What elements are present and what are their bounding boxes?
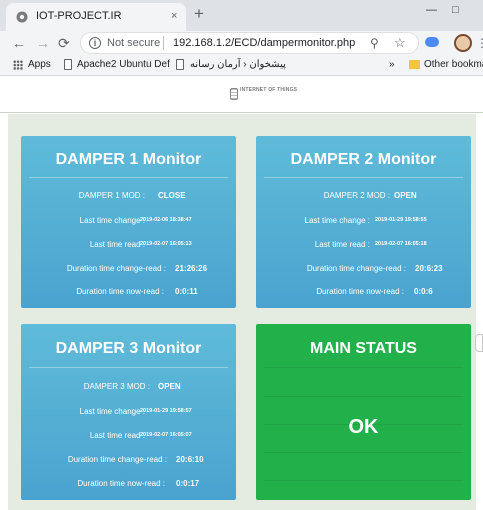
change-read-label: Duration time change-read : bbox=[66, 264, 166, 273]
card-divider bbox=[29, 367, 228, 368]
folder-icon bbox=[409, 60, 420, 69]
profile-avatar[interactable] bbox=[454, 34, 472, 52]
damper-3-card: DAMPER 3 Monitor DAMPER 3 MOD : OPEN Las… bbox=[21, 324, 236, 500]
apps-icon[interactable] bbox=[13, 60, 23, 70]
now-read-label: Duration time now-read : bbox=[316, 287, 404, 296]
menu-icon[interactable]: ⋮ bbox=[476, 36, 483, 50]
damper-2-card: DAMPER 2 Monitor DAMPER 2 MOD : OPEN Las… bbox=[256, 136, 471, 308]
main-status-value: OK bbox=[348, 416, 379, 438]
zoom-icon[interactable]: ⚲ bbox=[370, 36, 379, 50]
bookmark-arman[interactable]: پیشخوان ‹ آرمان رسانه bbox=[190, 59, 286, 70]
now-read-label: Duration time now-read : bbox=[77, 479, 165, 488]
last-read-value: 2019-02-07 16:05:13 bbox=[140, 241, 192, 247]
last-read-label: Last time read : bbox=[89, 431, 145, 440]
card-title: DAMPER 2 Monitor bbox=[290, 151, 437, 168]
now-read-value: 0:0:6 bbox=[414, 287, 433, 296]
bookmarks-bar: Apps Apache2 Ubuntu Def پیشخوان ‹ آرمان … bbox=[0, 55, 483, 76]
card-divider bbox=[264, 367, 463, 368]
now-read-value: 0:0:11 bbox=[175, 287, 198, 296]
change-read-label: Duration time change-read : bbox=[306, 264, 406, 273]
last-change-label: Last time change : bbox=[304, 216, 370, 225]
change-read-value: 21:26:26 bbox=[175, 264, 208, 273]
address-divider bbox=[163, 36, 164, 50]
close-tab-icon[interactable]: × bbox=[171, 10, 177, 22]
card-divider bbox=[264, 396, 463, 397]
browser-tab[interactable]: IOT-PROJECT.IR × bbox=[6, 3, 186, 31]
tab-strip: IOT-PROJECT.IR × + — □ bbox=[0, 0, 483, 31]
card-divider bbox=[264, 177, 463, 178]
security-label[interactable]: Not secure bbox=[107, 37, 160, 49]
info-icon[interactable]: i bbox=[89, 37, 101, 49]
browser-toolbar: ← → ⟳ i Not secure 192.168.1.2/ECD/dampe… bbox=[0, 31, 483, 55]
header-divider bbox=[0, 112, 483, 113]
cloud-extension-icon[interactable] bbox=[425, 37, 439, 47]
url-text[interactable]: 192.168.1.2/ECD/dampermonitor.php bbox=[173, 37, 355, 49]
card-divider bbox=[264, 480, 463, 481]
page-icon bbox=[176, 59, 184, 70]
bookmark-apache[interactable]: Apache2 Ubuntu Def bbox=[77, 59, 170, 70]
mod-value: CLOSE bbox=[158, 191, 186, 200]
page-content: INTERNET OF THINGS DAMPER 1 Monitor DAMP… bbox=[0, 76, 483, 510]
bookmark-other[interactable]: Other bookmarks bbox=[424, 59, 483, 70]
new-tab-button[interactable]: + bbox=[194, 4, 204, 24]
card-title: DAMPER 3 Monitor bbox=[55, 340, 202, 357]
mod-label: DAMPER 1 MOD : bbox=[78, 191, 145, 200]
last-change-value: 2019-02-06 18:38:47 bbox=[140, 217, 192, 223]
mod-label: DAMPER 3 MOD : bbox=[83, 382, 150, 391]
mod-value: OPEN bbox=[158, 382, 181, 391]
card-divider bbox=[29, 177, 228, 178]
now-read-label: Duration time now-read : bbox=[76, 287, 164, 296]
main-status-card: MAIN STATUS OK bbox=[256, 324, 471, 500]
bookmark-apps[interactable]: Apps bbox=[28, 59, 51, 70]
tab-title: IOT-PROJECT.IR bbox=[36, 10, 122, 22]
change-read-label: Duration time change-read : bbox=[67, 455, 167, 464]
last-read-value: 2019-02-07 16:05:07 bbox=[140, 432, 192, 438]
star-icon[interactable]: ☆ bbox=[394, 35, 406, 51]
now-read-value: 0:0:17 bbox=[176, 479, 200, 488]
logo-mark bbox=[230, 88, 238, 100]
minimize-button[interactable]: — bbox=[426, 4, 437, 16]
last-change-value: 2019-01-29 19:58:57 bbox=[140, 408, 192, 414]
logo-text: INTERNET OF THINGS bbox=[240, 87, 298, 93]
address-bar[interactable]: i Not secure 192.168.1.2/ECD/dampermonit… bbox=[80, 32, 419, 54]
change-read-value: 20:6:23 bbox=[415, 264, 443, 273]
last-read-value: 2019-02-07 16:05:18 bbox=[375, 241, 427, 247]
maximize-button[interactable]: □ bbox=[452, 4, 459, 16]
last-change-label: Last time change : bbox=[79, 216, 145, 225]
last-change-label: Last time change : bbox=[79, 407, 145, 416]
last-read-label: Last time read : bbox=[314, 240, 370, 249]
damper-1-card: DAMPER 1 Monitor DAMPER 1 MOD : CLOSE La… bbox=[21, 136, 236, 308]
bookmarks-overflow[interactable]: » bbox=[389, 59, 395, 70]
last-change-value: 2019-01-29 19:58:55 bbox=[375, 217, 427, 223]
card-divider bbox=[264, 452, 463, 453]
dashboard-area: DAMPER 1 Monitor DAMPER 1 MOD : CLOSE La… bbox=[8, 114, 476, 510]
main-status-title: MAIN STATUS bbox=[310, 340, 417, 357]
mod-label: DAMPER 2 MOD : bbox=[323, 191, 390, 200]
reload-icon[interactable]: ⟳ bbox=[58, 35, 70, 51]
forward-icon[interactable]: → bbox=[36, 35, 50, 51]
back-icon[interactable]: ← bbox=[12, 35, 26, 51]
change-read-value: 20:6:10 bbox=[176, 455, 204, 464]
favicon-icon bbox=[16, 11, 28, 23]
side-scroll-handle[interactable] bbox=[475, 334, 483, 352]
mod-value: OPEN bbox=[394, 191, 417, 200]
page-icon bbox=[64, 59, 72, 70]
last-read-label: Last time read : bbox=[89, 240, 145, 249]
card-title: DAMPER 1 Monitor bbox=[55, 151, 202, 168]
